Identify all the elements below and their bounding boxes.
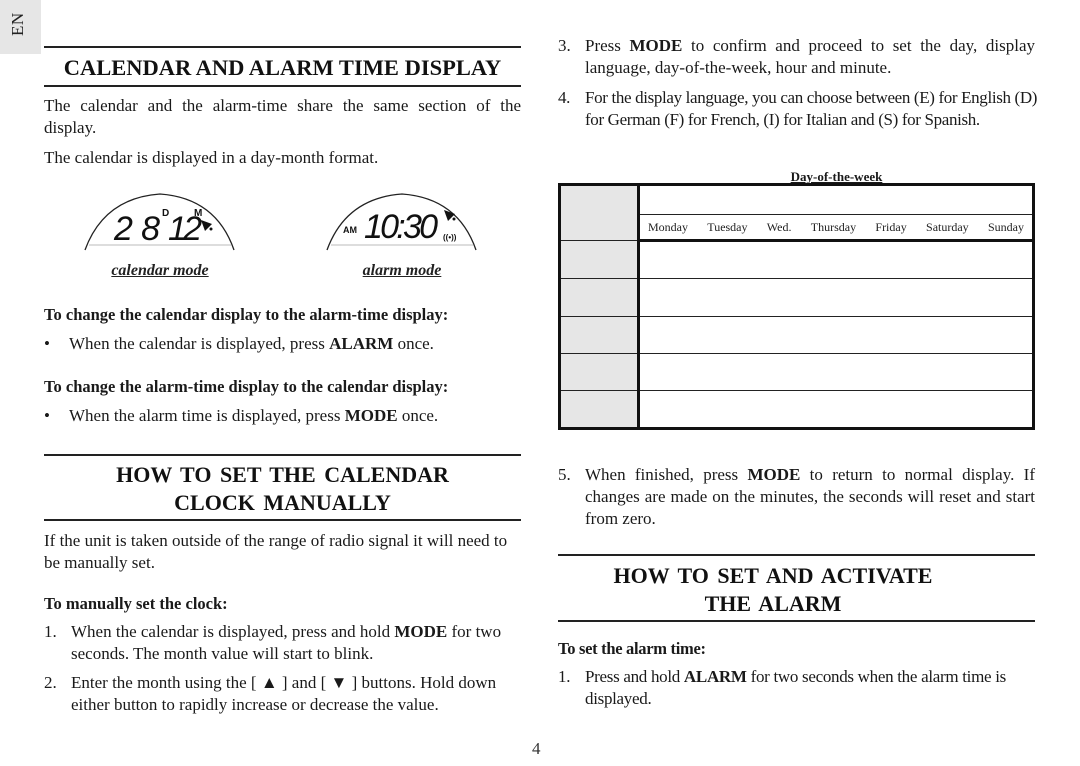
language-tab-label: EN <box>8 12 27 36</box>
caption-alarm-mode: alarm mode <box>362 262 442 279</box>
key-mode: MODE <box>747 465 801 484</box>
section-title-set-calendar: HOW TO SET THE CALENDAR CLOCK MANUALLY <box>116 462 449 515</box>
section-rule-bottom <box>558 620 1035 622</box>
table-row <box>638 240 1034 279</box>
key-mode: MODE <box>394 622 448 641</box>
language-tab: EN <box>0 0 41 54</box>
lcd-month-unit: M <box>194 208 202 219</box>
day-header-cell: Wed. <box>766 219 792 234</box>
bullet-text: When the calendar is displayed, press AL… <box>69 334 434 353</box>
day-of-week-table: Monday Tuesday Wed. Thursday Friday Saturday S… <box>558 183 1035 430</box>
day-header-cell: Thursday <box>810 219 857 234</box>
format-paragraph: The calendar is displayed in a day-month… <box>44 148 379 167</box>
table-row <box>638 278 1034 317</box>
subheading-alarm-to-calendar: To change the alarm-time display to the … <box>44 377 449 396</box>
lcd-am-indicator: AM <box>343 225 357 235</box>
bullet-glyph: • <box>44 406 50 425</box>
alarm-mode-lcd: AM 10:30 ((•)) <box>326 193 477 251</box>
key-alarm: ALARM <box>329 334 394 353</box>
day-header-cell: Monday <box>648 219 688 234</box>
lcd-day-digits: 28 <box>113 210 160 248</box>
up-arrow-icon: ▲ <box>260 673 278 692</box>
bullet-text: When the alarm time is displayed, press … <box>69 406 439 425</box>
step-item: 2. Enter the month using the [ ▲ ] and [… <box>44 673 497 714</box>
table-row <box>638 316 1034 354</box>
step-item: 4. For the display language, you can cho… <box>558 88 1038 129</box>
step-item: 3. Press MODE to confirm and proceed to … <box>558 36 1035 77</box>
bullet-glyph: • <box>44 334 50 353</box>
table-days-header: Monday Tuesday Wed. Thursday Friday Saturday S… <box>638 214 1034 242</box>
intro-paragraph: The calendar and the alarm-time share th… <box>44 96 521 137</box>
section-rule-top <box>44 454 521 456</box>
caption-calendar-mode: calendar mode <box>111 262 209 279</box>
table-header-blank <box>638 184 1034 215</box>
page-number: 4 <box>532 739 541 758</box>
lcd-alarm-time: 10:30 <box>364 208 438 246</box>
down-arrow-icon: ▼ <box>330 673 348 692</box>
section-title-calendar-alarm: CALENDAR AND ALARM TIME DISPLAY <box>63 55 502 80</box>
section-rule-bottom <box>44 85 521 87</box>
bullet-item: • When the calendar is displayed, press … <box>44 333 524 355</box>
step-item: 5. When finished, press MODE to return t… <box>558 465 1035 528</box>
language-cell <box>559 316 640 354</box>
bullet-item: • When the alarm time is displayed, pres… <box>44 405 524 427</box>
day-header-cell: Saturday <box>926 219 969 234</box>
calendar-mode-lcd: 28 D 12 M <box>84 193 235 251</box>
section-rule-top <box>558 554 1035 556</box>
language-cell <box>559 240 640 279</box>
day-header-cell: Sunday <box>987 219 1024 234</box>
section-title-set-alarm: HOW TO SET AND ACTIVATE THE ALARM <box>613 563 933 616</box>
section-rule-top <box>44 46 521 48</box>
day-header-cell: Friday <box>875 219 907 234</box>
section-rule-bottom <box>44 519 521 521</box>
day-header-cell: Tuesday <box>707 219 748 234</box>
subheading-calendar-to-alarm: To change the calendar display to the al… <box>44 305 449 324</box>
subheading-manual-set: To manually set the clock: <box>44 594 228 613</box>
key-mode: MODE <box>344 406 398 425</box>
table-row <box>638 390 1034 429</box>
bell-icon <box>201 220 213 231</box>
step-item: 1. Press and hold ALARM for two seconds … <box>558 667 1006 708</box>
table-row <box>638 353 1034 391</box>
days-row: Monday Tuesday Wed. Thursday Friday Saturday S… <box>640 220 1032 235</box>
language-cell <box>559 390 640 429</box>
language-cell <box>559 278 640 317</box>
step-item: 1. When the calendar is displayed, press… <box>44 622 502 663</box>
alarm-wave-icon: ((•)) <box>443 233 457 242</box>
key-alarm: ALARM <box>683 667 747 686</box>
subheading-set-alarm: To set the alarm time: <box>558 639 706 658</box>
key-mode: MODE <box>629 36 683 55</box>
manual-set-paragraph: If the unit is taken outside of the rang… <box>44 531 508 572</box>
language-cell <box>559 353 640 391</box>
table-corner-cell <box>559 184 640 241</box>
